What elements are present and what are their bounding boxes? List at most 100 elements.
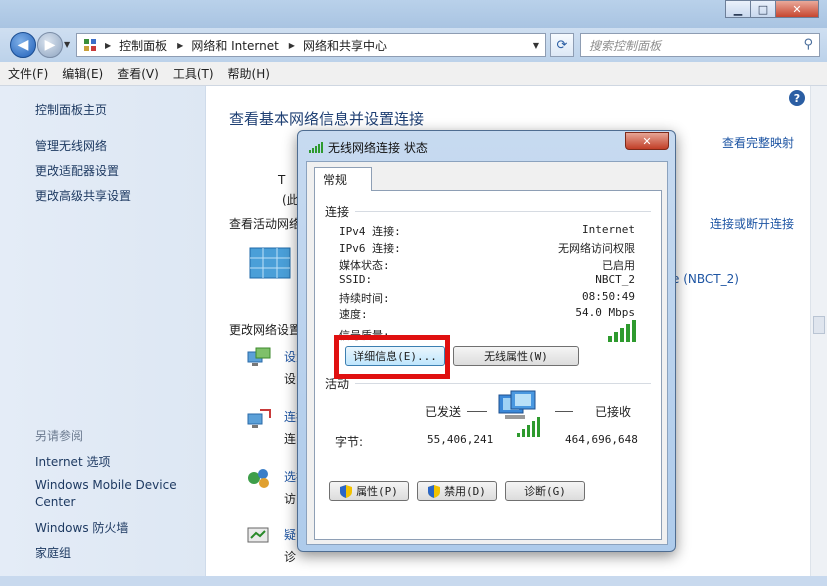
sidebar-item-advanced-sharing[interactable]: 更改高级共享设置 bbox=[35, 187, 131, 204]
search-placeholder: 搜索控制面板 bbox=[589, 38, 662, 53]
sent-line bbox=[467, 411, 487, 412]
breadcrumb-separator-icon: ▶ bbox=[105, 40, 112, 50]
sidebar-item-manage-wireless[interactable]: 管理无线网络 bbox=[35, 137, 107, 154]
info-row-media-state: 媒体状态: 已启用 bbox=[339, 257, 635, 273]
maximize-button[interactable]: □ bbox=[750, 0, 776, 18]
control-panel-icon bbox=[84, 39, 96, 51]
disable-label: 禁用(D) bbox=[444, 485, 486, 498]
info-key: IPv4 连接: bbox=[339, 225, 401, 238]
setup-connection-icon bbox=[247, 347, 271, 366]
network-computers-icon bbox=[498, 390, 540, 437]
menu-help[interactable]: 帮助(H) bbox=[228, 65, 270, 82]
back-button[interactable]: ◀ bbox=[10, 32, 36, 58]
bytes-label: 字节: bbox=[335, 435, 364, 449]
sidebar-item-windows-mobile-device[interactable]: Windows Mobile Device bbox=[35, 478, 177, 492]
sidebar-item-windows-firewall[interactable]: Windows 防火墙 bbox=[35, 519, 128, 536]
info-key: SSID: bbox=[339, 273, 373, 286]
dialog-close-button[interactable]: ✕ bbox=[625, 132, 669, 150]
wireless-connection-link[interactable]: e (NBCT_2) bbox=[672, 272, 739, 286]
address-bar[interactable]: ▶ 控制面板 ▶ 网络和 Internet ▶ 网络和共享中心 ▼ bbox=[76, 33, 546, 57]
info-value: 无网络访问权限 bbox=[558, 242, 635, 255]
address-dropdown-icon[interactable]: ▼ bbox=[533, 41, 539, 50]
info-value: 已启用 bbox=[602, 259, 635, 272]
history-dropdown-icon[interactable]: ▼ bbox=[64, 40, 70, 49]
menu-file[interactable]: 文件(F) bbox=[8, 65, 48, 82]
sent-label: 已发送 bbox=[425, 405, 462, 419]
window-bottom-border bbox=[0, 576, 827, 586]
troubleshoot-desc: 诊 bbox=[284, 550, 297, 564]
minimize-button[interactable]: ▁ bbox=[725, 0, 751, 18]
sidebar-item-adapter-settings[interactable]: 更改适配器设置 bbox=[35, 162, 119, 179]
info-key: 持续时间: bbox=[339, 292, 390, 305]
search-icon[interactable]: ⚲ bbox=[803, 37, 813, 52]
search-input[interactable]: 搜索控制面板 ⚲ bbox=[580, 33, 820, 57]
connection-group-label: 连接 bbox=[325, 205, 350, 219]
info-row-speed: 速度: 54.0 Mbps bbox=[339, 306, 635, 322]
info-row-ssid: SSID: NBCT_2 bbox=[339, 273, 635, 286]
disable-button[interactable]: 禁用(D) bbox=[417, 481, 497, 501]
connect-network-icon bbox=[247, 409, 271, 428]
active-networks-heading: 查看活动网络 bbox=[229, 217, 302, 231]
forward-button[interactable]: ▶ bbox=[37, 32, 63, 58]
scrollbar-thumb[interactable] bbox=[813, 316, 825, 334]
sidebar-item-internet-options[interactable]: Internet 选项 bbox=[35, 453, 110, 470]
info-value: 08:50:49 bbox=[582, 290, 635, 303]
breadcrumb-separator-icon: ▶ bbox=[177, 40, 184, 50]
left-nav-pane: 控制面板主页 管理无线网络 更改适配器设置 更改高级共享设置 另请参阅 Inte… bbox=[0, 86, 206, 586]
uac-shield-icon bbox=[340, 484, 353, 498]
setup-connection-desc: 设 bbox=[284, 372, 297, 386]
diagnose-button[interactable]: 诊断(G) bbox=[505, 481, 585, 501]
tab-general[interactable]: 常规 bbox=[314, 167, 372, 191]
properties-button[interactable]: 属性(P) bbox=[329, 481, 409, 501]
sidebar-item-control-panel-home[interactable]: 控制面板主页 bbox=[35, 101, 107, 118]
partial-text-t: T bbox=[278, 173, 286, 187]
received-line bbox=[555, 411, 573, 412]
info-key: IPv6 连接: bbox=[339, 242, 401, 255]
menu-bar: 文件(F) 编辑(E) 查看(V) 工具(T) 帮助(H) bbox=[0, 62, 827, 86]
signal-strength-icon bbox=[309, 142, 323, 153]
breadcrumb-network-internet[interactable]: 网络和 Internet bbox=[191, 37, 278, 54]
info-key: 速度: bbox=[339, 308, 368, 321]
connect-network-desc: 连 bbox=[284, 432, 297, 446]
info-row-ipv4: IPv4 连接: Internet bbox=[339, 223, 635, 239]
info-row-duration: 持续时间: 08:50:49 bbox=[339, 290, 635, 306]
dialog-title: 无线网络连接 状态 bbox=[328, 141, 428, 155]
wireless-properties-button[interactable]: 无线属性(W) bbox=[453, 346, 579, 366]
properties-label: 属性(P) bbox=[356, 485, 398, 498]
menu-view[interactable]: 查看(V) bbox=[117, 65, 159, 82]
breadcrumb-network-sharing[interactable]: 网络和共享中心 bbox=[303, 37, 387, 54]
breadcrumb-separator-icon: ▶ bbox=[288, 40, 295, 50]
bytes-sent-value: 55,406,241 bbox=[427, 433, 494, 446]
sidebar-item-homegroup[interactable]: 家庭组 bbox=[35, 544, 71, 561]
help-icon[interactable]: ? bbox=[789, 90, 805, 106]
group-divider bbox=[355, 211, 651, 212]
bytes-received-value: 464,696,648 bbox=[565, 433, 638, 446]
menu-tools[interactable]: 工具(T) bbox=[173, 65, 214, 82]
refresh-button[interactable]: ⟳ bbox=[550, 33, 574, 57]
uac-shield-icon bbox=[428, 484, 441, 498]
menu-edit[interactable]: 编辑(E) bbox=[62, 65, 103, 82]
address-toolbar: ◀ ▶ ▼ ▶ 控制面板 ▶ 网络和 Internet ▶ 网络和共享中心 ▼ … bbox=[0, 28, 827, 62]
page-title: 查看基本网络信息并设置连接 bbox=[229, 110, 425, 128]
troubleshoot-link[interactable]: 疑 bbox=[284, 526, 296, 543]
info-value: Internet bbox=[582, 223, 635, 236]
close-button[interactable]: ✕ bbox=[775, 0, 819, 18]
signal-quality-icon bbox=[608, 320, 636, 342]
highlight-box bbox=[334, 335, 450, 379]
sidebar-item-windows-mobile-device-center[interactable]: Center bbox=[35, 495, 75, 509]
homegroup-icon bbox=[248, 469, 269, 488]
info-key: 媒体状态: bbox=[339, 259, 390, 272]
troubleshoot-icon bbox=[247, 527, 269, 543]
breadcrumb-control-panel[interactable]: 控制面板 bbox=[119, 37, 167, 54]
vertical-scrollbar[interactable] bbox=[810, 86, 827, 586]
window-titlebar: ▁ □ ✕ bbox=[0, 0, 827, 28]
network-building-icon bbox=[249, 247, 291, 279]
info-value: NBCT_2 bbox=[595, 273, 635, 286]
received-label: 已接收 bbox=[595, 405, 632, 419]
window-controls: ▁ □ ✕ bbox=[725, 0, 819, 18]
change-settings-heading: 更改网络设置 bbox=[229, 323, 302, 337]
group-divider bbox=[355, 383, 651, 384]
see-also-heading: 另请参阅 bbox=[35, 429, 84, 443]
connect-disconnect-link[interactable]: 连接或断开连接 bbox=[710, 215, 794, 232]
view-full-map-link[interactable]: 查看完整映射 bbox=[722, 134, 794, 151]
